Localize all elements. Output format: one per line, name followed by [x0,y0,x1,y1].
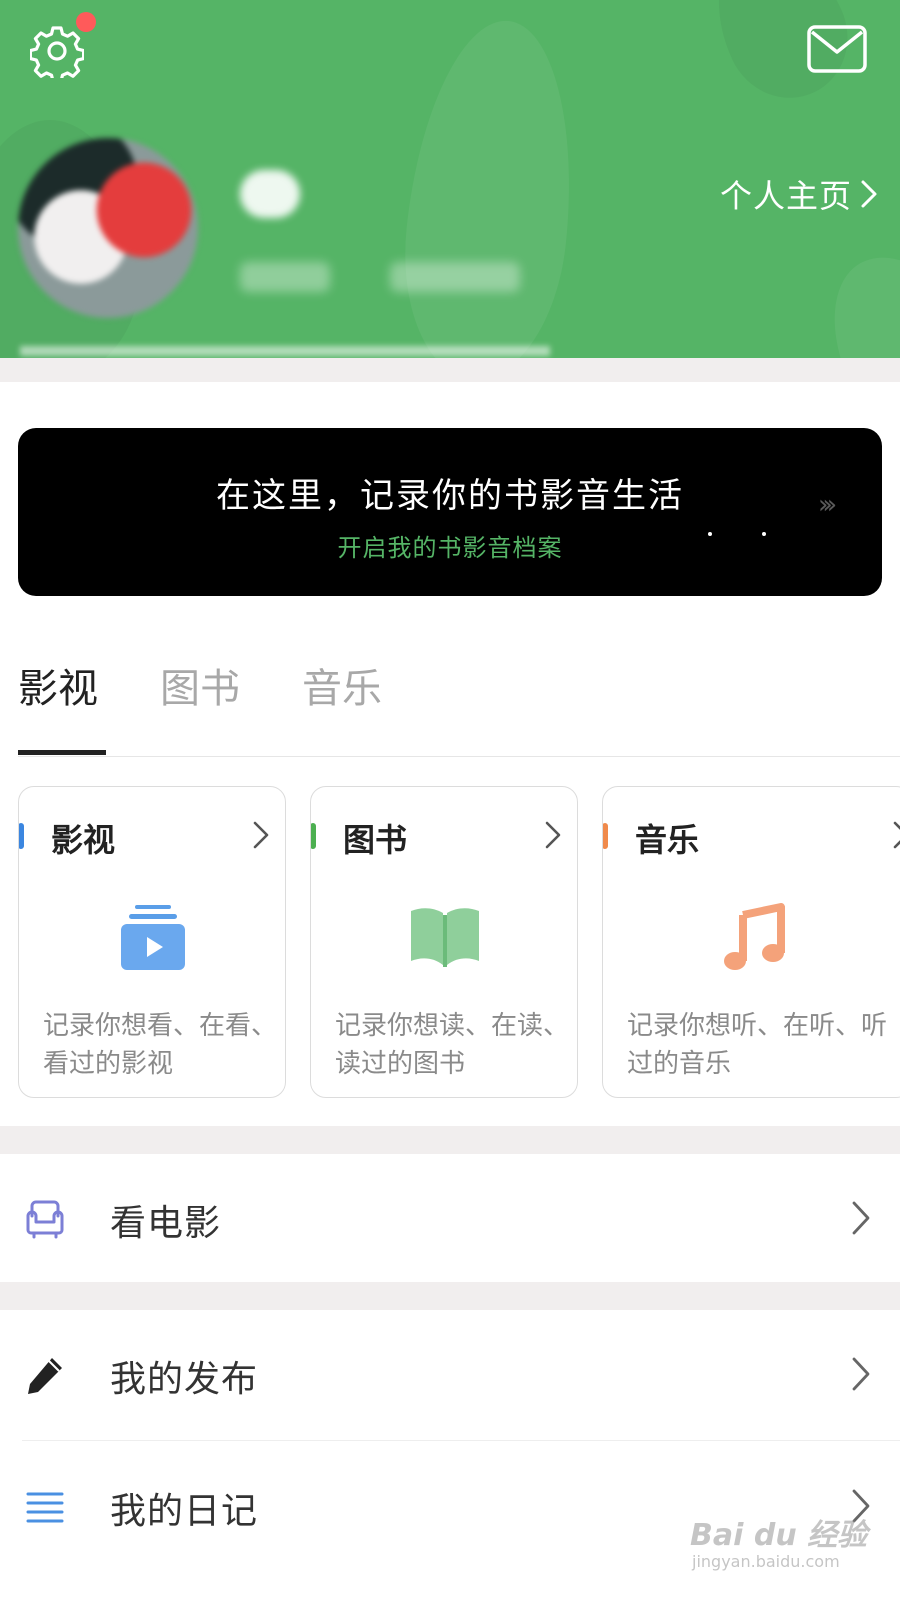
section-separator [0,1126,900,1154]
pencil-icon [28,1358,62,1394]
menu-row-label: 我的发布 [110,1359,259,1400]
row-divider [22,1440,900,1441]
chevron-right-icon [253,821,269,849]
follower-count-blurred[interactable] [390,262,520,292]
section-separator [0,358,900,382]
card-description: 记录你想读、在读、读过的图书 [335,1011,570,1079]
baidu-watermark: Bai du 经验 jingyan.baidu.com [690,1510,870,1580]
header-strip-blurred [20,346,550,356]
profile-header: 个人主页 [0,0,900,358]
profile-homepage-link[interactable]: 个人主页 [720,172,878,216]
active-tab-indicator [18,750,106,755]
menu-row-movies[interactable]: 看电影 [0,1154,900,1282]
open-book-icon [411,908,479,967]
card-music[interactable]: 音乐 记录你想听、在听、听过的音乐 [602,786,900,1098]
card-title: 音乐 [635,821,700,859]
menu-row-my-posts[interactable]: 我的发布 [0,1310,900,1438]
banner-title: 在这里，记录你的书影音生活 [216,476,684,516]
tab-books[interactable]: 图书 [160,656,240,714]
section-separator [0,1282,900,1310]
profile-homepage-label: 个人主页 [720,177,853,215]
chevron-right-icon [852,1357,870,1391]
card-title: 影视 [51,821,116,859]
card-description: 记录你想听、在听、听过的音乐 [627,1011,888,1079]
chevron-right-icon [545,821,561,849]
card-accent-bar [19,823,24,849]
watermark-main: Bai du 经验 [690,1518,868,1553]
profile-page: 个人主页 在这里，记录你的书影音生活 开启我的书影音档案 ››› 影视 图书 音… [0,0,900,1600]
card-accent-bar [603,823,608,849]
archive-banner[interactable]: 在这里，记录你的书影音生活 开启我的书影音档案 ››› [18,428,882,596]
card-description: 记录你想看、在看、看过的影视 [43,1011,278,1079]
envelope-icon [807,25,867,73]
tab-music[interactable]: 音乐 [302,656,382,714]
username-blurred [240,170,300,218]
menu-row-label: 看电影 [110,1203,222,1244]
banner-arrows-icon: ››› [818,490,837,520]
armchair-icon [26,1200,64,1239]
menu-row-label: 我的日记 [110,1491,259,1532]
video-stack-icon [121,905,185,970]
chevron-right-icon [861,180,877,208]
notification-dot [76,12,96,32]
music-note-icon [724,903,785,970]
banner-subtitle: 开启我的书影音档案 [337,534,563,562]
tabs-divider [18,756,900,757]
card-books[interactable]: 图书 记录你想读、在读、读过的图书 [310,786,578,1098]
gear-icon [28,26,86,83]
chevron-right-icon [893,821,900,849]
card-title: 图书 [343,821,408,859]
text-lines-icon [26,1492,64,1523]
card-film[interactable]: 影视 记录你想看、在看、看过的影视 [18,786,286,1098]
banner-dot [708,532,712,536]
avatar[interactable] [18,138,198,318]
leaf-decoration [799,228,900,358]
watermark-url: jingyan.baidu.com [692,1552,840,1571]
tab-film[interactable]: 影视 [18,656,98,714]
card-accent-bar [311,823,316,849]
leaf-decoration [391,12,589,358]
settings-button[interactable] [28,24,86,83]
mail-button[interactable] [806,24,868,74]
banner-dot [762,532,766,536]
following-count-blurred[interactable] [240,262,330,292]
chevron-right-icon [852,1201,870,1235]
